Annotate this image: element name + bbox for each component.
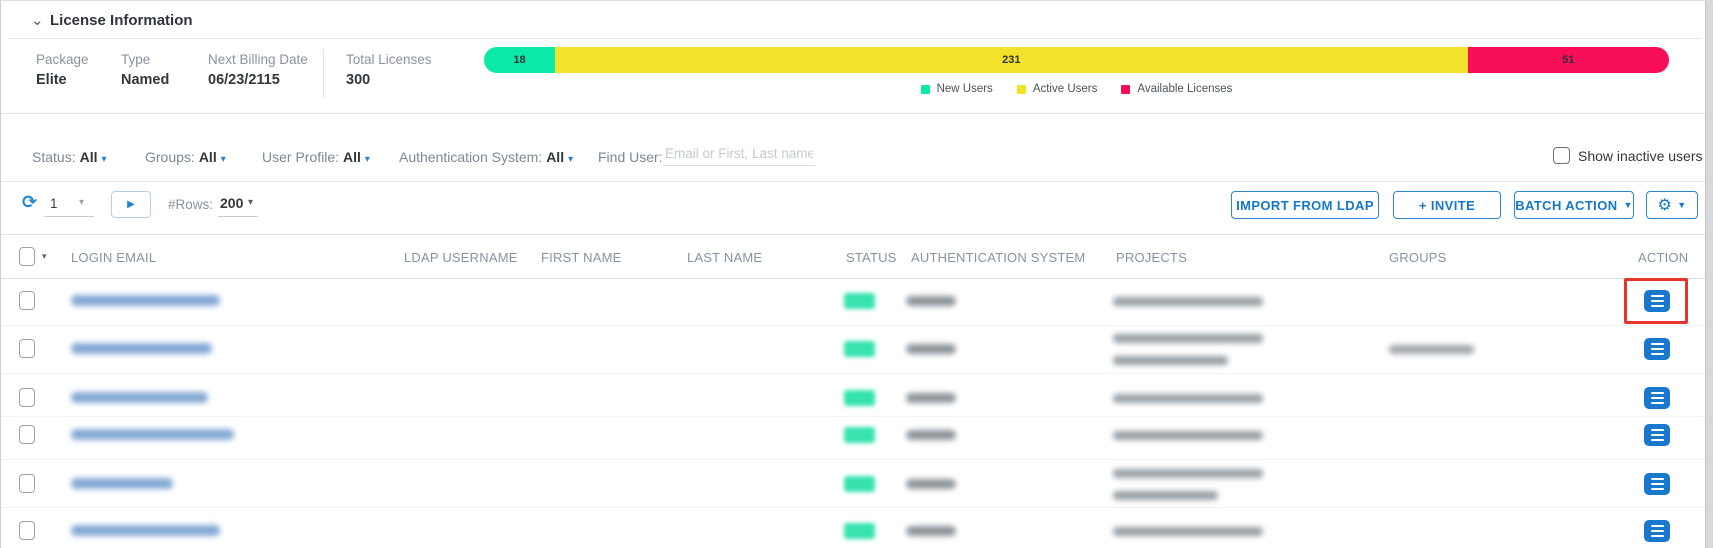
redacted-projects-text: [1113, 297, 1263, 306]
redacted-login-email-link[interactable]: [71, 295, 220, 306]
hamburger-menu-icon: [1651, 478, 1664, 481]
user-management-screen: ⌄ License Information Package Elite Type…: [0, 0, 1713, 548]
hamburger-menu-icon: [1651, 488, 1664, 491]
redacted-projects-text: [1113, 469, 1263, 478]
redacted-projects-text: [1113, 491, 1218, 500]
redacted-auth-system-text: [906, 344, 956, 354]
hamburger-menu-icon: [1651, 353, 1664, 356]
redacted-status-badge: [844, 293, 875, 309]
redacted-login-email-link[interactable]: [71, 478, 173, 489]
row-action-menu-button[interactable]: [1644, 424, 1670, 446]
hamburger-menu-icon: [1651, 348, 1664, 351]
row-checkbox[interactable]: [19, 425, 35, 444]
redacted-projects-text: [1113, 527, 1263, 536]
hamburger-menu-icon: [1651, 295, 1664, 298]
redacted-projects-text: [1113, 394, 1263, 403]
redacted-status-badge: [844, 427, 875, 443]
redacted-auth-system-text: [906, 479, 956, 489]
redacted-projects-text: [1113, 334, 1263, 343]
row-checkbox[interactable]: [19, 388, 35, 407]
scrollbar-track[interactable]: [1705, 1, 1713, 548]
redacted-status-badge: [844, 476, 875, 492]
redacted-auth-system-text: [906, 430, 956, 440]
hamburger-menu-icon: [1651, 343, 1664, 346]
redacted-auth-system-text: [906, 296, 956, 306]
row-action-menu-button[interactable]: [1644, 387, 1670, 409]
row-divider: [1, 416, 1706, 417]
row-checkbox[interactable]: [19, 521, 35, 540]
redacted-login-email-link[interactable]: [71, 392, 208, 403]
hamburger-menu-icon: [1651, 305, 1664, 308]
row-divider: [1, 459, 1706, 460]
hamburger-menu-icon: [1651, 300, 1664, 303]
hamburger-menu-icon: [1651, 439, 1664, 442]
table-body: [1, 1, 1713, 548]
redacted-auth-system-text: [906, 393, 956, 403]
row-checkbox[interactable]: [19, 339, 35, 358]
redacted-status-badge: [844, 523, 875, 539]
hamburger-menu-icon: [1651, 483, 1664, 486]
hamburger-menu-icon: [1651, 525, 1664, 528]
row-action-menu-button[interactable]: [1644, 473, 1670, 495]
redacted-status-badge: [844, 341, 875, 357]
hamburger-menu-icon: [1651, 397, 1664, 400]
row-checkbox[interactable]: [19, 291, 35, 310]
row-checkbox[interactable]: [19, 474, 35, 493]
hamburger-menu-icon: [1651, 535, 1664, 538]
redacted-login-email-link[interactable]: [71, 429, 234, 440]
redacted-auth-system-text: [906, 526, 956, 536]
row-action-menu-button[interactable]: [1644, 338, 1670, 360]
hamburger-menu-icon: [1651, 392, 1664, 395]
hamburger-menu-icon: [1651, 434, 1664, 437]
row-divider: [1, 507, 1706, 508]
row-divider: [1, 373, 1706, 374]
redacted-login-email-link[interactable]: [71, 343, 212, 354]
hamburger-menu-icon: [1651, 530, 1664, 533]
redacted-login-email-link[interactable]: [71, 525, 220, 536]
hamburger-menu-icon: [1651, 402, 1664, 405]
row-action-menu-button[interactable]: [1644, 520, 1670, 542]
row-action-menu-button[interactable]: [1644, 290, 1670, 312]
redacted-projects-text: [1113, 431, 1263, 440]
redacted-groups-text: [1389, 345, 1474, 354]
hamburger-menu-icon: [1651, 429, 1664, 432]
redacted-projects-text: [1113, 356, 1228, 365]
row-divider: [1, 325, 1706, 326]
redacted-status-badge: [844, 390, 875, 406]
